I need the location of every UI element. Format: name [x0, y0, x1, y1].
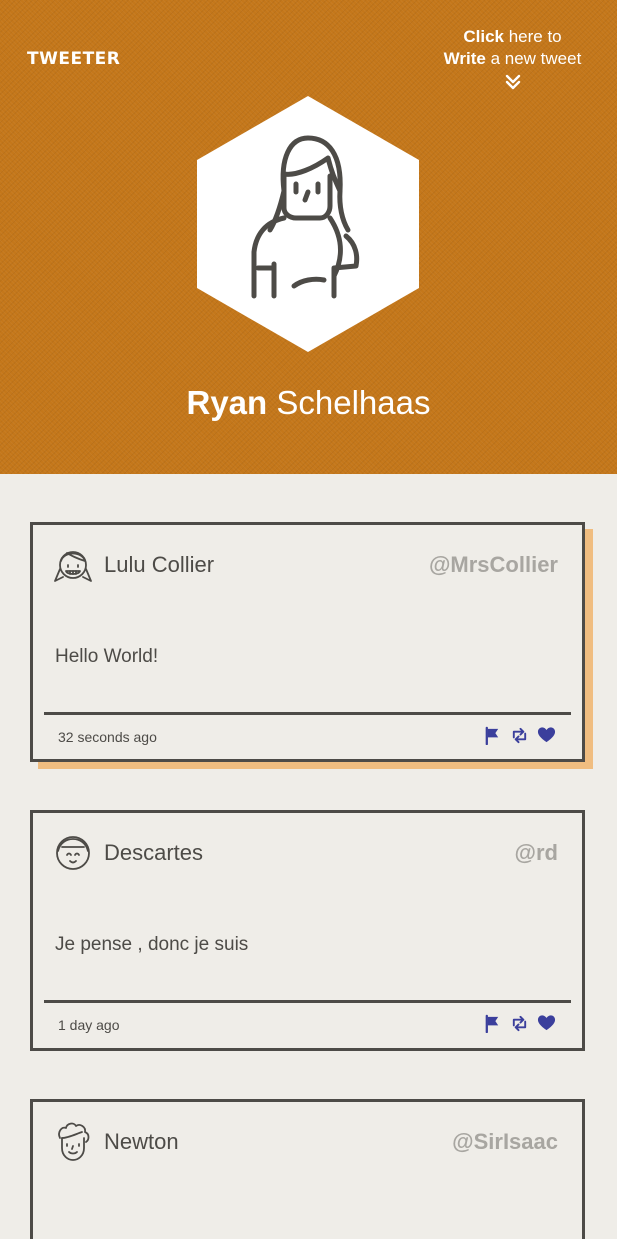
heart-icon[interactable] [537, 1014, 556, 1033]
tweet-author: Newton [104, 1129, 179, 1154]
tweet-author: Descartes [104, 840, 204, 865]
tweet-header: Descartes @rd [33, 813, 582, 893]
tweet-card: Newton @SirIsaac [30, 1099, 585, 1239]
child-avatar-icon [56, 836, 90, 870]
tweet-divider [44, 712, 571, 715]
tweet-card: Lulu Collier @MrsCollier Hello World! 32… [30, 522, 585, 762]
compose-tweet-link[interactable]: Click here to Write a new tweet [425, 26, 600, 91]
compose-line-2: Write a new tweet [443, 49, 582, 68]
tweet-text: Je pense , donc je suis [55, 934, 249, 955]
retweet-icon[interactable] [510, 726, 529, 745]
tweet-handle[interactable]: @MrsCollier [429, 552, 558, 578]
tweet-header: Lulu Collier @MrsCollier [33, 525, 582, 605]
tweet-actions [483, 726, 556, 746]
tweet-timestamp: 32 seconds ago [58, 729, 157, 745]
heart-icon[interactable] [537, 726, 556, 745]
girl-avatar-icon [54, 551, 92, 582]
profile-name: Ryan Schelhaas [186, 384, 431, 421]
tweet-card: Descartes @rd Je pense , donc je suis 1 … [30, 810, 585, 1051]
tweet-header: Newton @SirIsaac [33, 1102, 582, 1182]
profile-header: TWEETER Click here to Write a new tweet … [0, 0, 617, 474]
curly-hair-avatar-icon [58, 1122, 90, 1161]
tweet-actions [483, 1014, 556, 1034]
compose-line-1: Click here to [463, 27, 562, 46]
tweet-handle[interactable]: @SirIsaac [452, 1129, 558, 1155]
tweet-text: Hello World! [55, 646, 159, 667]
tweet-handle[interactable]: @rd [515, 840, 558, 866]
tweet-divider [44, 1000, 571, 1003]
profile-avatar [197, 96, 419, 352]
tweet-timestamp: 1 day ago [58, 1017, 120, 1033]
brand-logo: TWEETER [27, 49, 121, 69]
flag-icon[interactable] [483, 726, 502, 745]
tweet-author: Lulu Collier [104, 552, 215, 577]
flag-icon[interactable] [483, 1014, 502, 1033]
retweet-icon[interactable] [510, 1014, 529, 1033]
chevrons-down-icon [505, 74, 520, 90]
